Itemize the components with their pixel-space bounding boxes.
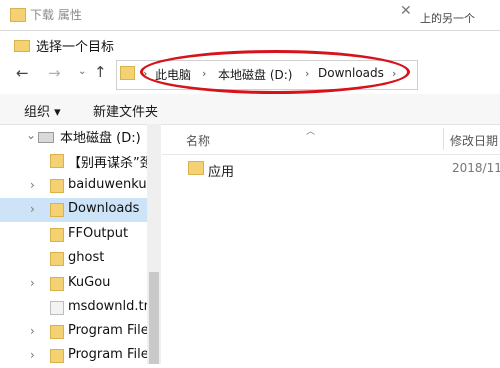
column-header-date[interactable]: 修改日期 <box>450 132 498 149</box>
scrollbar-thumb[interactable] <box>149 272 159 364</box>
drive-icon <box>38 132 54 143</box>
tree-item-label: ghost <box>68 250 105 265</box>
column-header-name[interactable]: 名称 <box>186 132 210 149</box>
tree-item[interactable]: › Program Files <box>0 320 147 344</box>
tree-item[interactable]: msdownld.tm <box>0 296 147 320</box>
tree-item[interactable]: FFOutput <box>0 223 147 247</box>
back-arrow-icon[interactable]: ← <box>16 64 29 82</box>
file-icon <box>50 301 64 315</box>
folder-icon <box>50 349 64 363</box>
tree-item-label: baiduwenkud <box>68 177 147 192</box>
tree-item-label: Program Files <box>68 347 147 362</box>
chevron-down-icon[interactable]: ⌄ <box>26 128 36 142</box>
tree-item[interactable]: ghost <box>0 247 147 271</box>
folder-icon <box>14 40 30 52</box>
tree-item-label: 【别再谋杀”颈 <box>68 156 147 171</box>
dialog-title: 选择一个目标 <box>36 40 115 55</box>
chevron-right-icon[interactable]: › <box>30 178 35 192</box>
up-arrow-icon[interactable]: ↑ <box>94 63 107 81</box>
tree-item[interactable]: 【别再谋杀”颈 <box>0 149 147 173</box>
folder-icon <box>50 203 64 217</box>
folder-icon <box>50 228 64 242</box>
tree-item[interactable]: › Program Files <box>0 344 147 368</box>
background-text: 上的另一个 <box>420 12 475 25</box>
tree-item-label: KuGou <box>68 275 111 290</box>
tree-item-label: msdownld.tm <box>68 299 147 314</box>
list-item-name[interactable]: 应用 <box>208 161 234 180</box>
new-folder-button[interactable]: 新建文件夹 <box>93 101 158 120</box>
sort-up-icon: ︿ <box>306 127 316 137</box>
folder-icon <box>188 161 204 175</box>
download-folder-icon <box>10 8 26 22</box>
chevron-down-icon[interactable]: ⌄ <box>78 66 86 77</box>
tree-item-label: Downloads <box>68 201 140 216</box>
tree-item[interactable]: › baiduwenkud <box>0 174 147 198</box>
tree-item-downloads[interactable]: › Downloads <box>0 198 147 222</box>
tree-item[interactable]: › KuGou <box>0 272 147 296</box>
tree-item-label: Program Files <box>68 323 147 338</box>
tree-item-label: FFOutput <box>68 226 129 241</box>
organize-button[interactable]: 组织 ▾ <box>24 101 61 120</box>
forward-arrow-icon[interactable]: → <box>48 64 61 82</box>
chevron-right-icon[interactable]: › <box>30 202 35 216</box>
chevron-right-icon[interactable]: › <box>30 348 35 362</box>
tree-item-local-disk[interactable]: ⌄ 本地磁盘 (D:) <box>0 124 147 148</box>
toolbar <box>0 94 500 125</box>
folder-icon <box>50 179 64 193</box>
list-item-date: 2018/11, <box>452 161 500 175</box>
column-divider[interactable] <box>443 128 444 150</box>
folder-icon <box>120 66 135 80</box>
tree-item-label: 本地磁盘 (D:) <box>60 131 141 146</box>
chevron-right-icon[interactable]: › <box>30 324 35 338</box>
highlight-ellipse <box>140 50 410 94</box>
folder-icon <box>50 252 64 266</box>
folder-icon <box>50 277 64 291</box>
navigation-tree: ⌄ 本地磁盘 (D:) 【别再谋杀”颈 › baiduwenkud › Down… <box>0 124 147 364</box>
chevron-right-icon[interactable]: › <box>30 276 35 290</box>
background-window-title: 下载 属性 <box>30 8 82 22</box>
folder-icon <box>50 325 64 339</box>
folder-icon <box>50 154 64 168</box>
close-icon[interactable]: ✕ <box>400 3 412 19</box>
